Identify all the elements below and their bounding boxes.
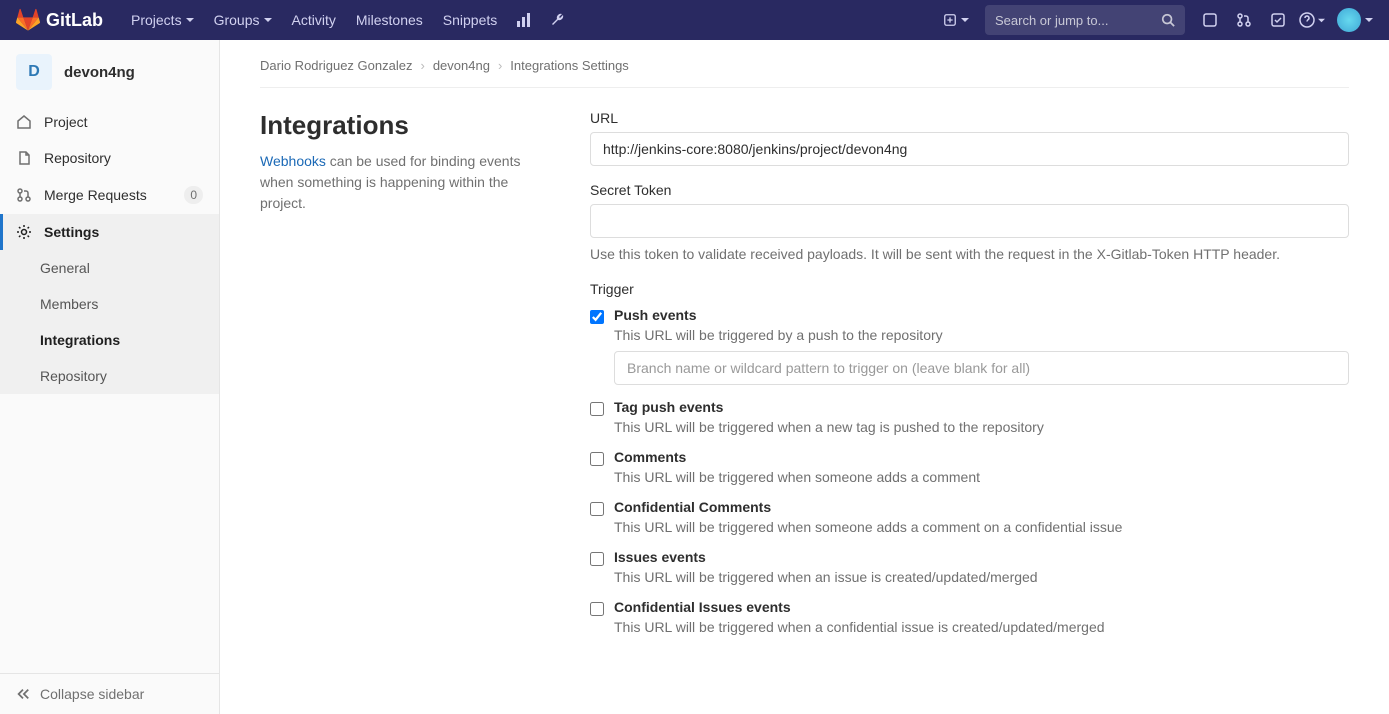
nav-merge-requests-icon[interactable] bbox=[1227, 0, 1261, 40]
chevron-down-icon bbox=[1365, 16, 1373, 24]
nav-new-dropdown[interactable] bbox=[935, 13, 977, 27]
trigger-push: Push events This URL will be triggered b… bbox=[590, 307, 1349, 385]
trigger-conf-comments-desc: This URL will be triggered when someone … bbox=[614, 519, 1349, 535]
trigger-conf-issues-checkbox[interactable] bbox=[590, 602, 604, 616]
brand-text: GitLab bbox=[46, 10, 103, 31]
trigger-conf-issues-label: Confidential Issues events bbox=[614, 599, 1349, 615]
sidebar-sub-integrations[interactable]: Integrations bbox=[0, 322, 219, 358]
sidebar-sub-members[interactable]: Members bbox=[0, 286, 219, 322]
trigger-issues-checkbox[interactable] bbox=[590, 552, 604, 566]
url-label: URL bbox=[590, 110, 1349, 126]
breadcrumb-owner[interactable]: Dario Rodriguez Gonzalez bbox=[260, 58, 412, 73]
secret-token-help: Use this token to validate received payl… bbox=[590, 244, 1349, 265]
collapse-sidebar[interactable]: Collapse sidebar bbox=[0, 673, 219, 714]
chevron-double-left-icon bbox=[16, 687, 30, 701]
trigger-tag-push: Tag push events This URL will be trigger… bbox=[590, 399, 1349, 435]
nav-help-dropdown[interactable] bbox=[1295, 0, 1329, 40]
breadcrumbs: Dario Rodriguez Gonzalez › devon4ng › In… bbox=[260, 40, 1349, 88]
trigger-comments-label: Comments bbox=[614, 449, 1349, 465]
top-navbar: GitLab Projects Groups Activity Mileston… bbox=[0, 0, 1389, 40]
user-menu[interactable] bbox=[1329, 8, 1373, 32]
trigger-comments: Comments This URL will be triggered when… bbox=[590, 449, 1349, 485]
sidebar-item-merge-requests[interactable]: Merge Requests 0 bbox=[0, 176, 219, 214]
nav-groups[interactable]: Groups bbox=[204, 0, 282, 40]
trigger-push-desc: This URL will be triggered by a push to … bbox=[614, 327, 1349, 343]
nav-chart-icon[interactable] bbox=[507, 0, 541, 40]
trigger-push-checkbox[interactable] bbox=[590, 310, 604, 324]
sidebar-item-project[interactable]: Project bbox=[0, 104, 219, 140]
project-sidebar: D devon4ng Project Repository Merge Requ… bbox=[0, 40, 220, 714]
trigger-tag-push-label: Tag push events bbox=[614, 399, 1349, 415]
trigger-push-label: Push events bbox=[614, 307, 1349, 323]
trigger-issues-desc: This URL will be triggered when an issue… bbox=[614, 569, 1349, 585]
project-name: devon4ng bbox=[64, 64, 135, 81]
breadcrumb-separator: › bbox=[498, 58, 502, 73]
plus-icon bbox=[943, 13, 957, 27]
trigger-issues: Issues events This URL will be triggered… bbox=[590, 549, 1349, 585]
nav-snippets[interactable]: Snippets bbox=[433, 0, 507, 40]
nav-issues-icon[interactable] bbox=[1193, 0, 1227, 40]
global-search[interactable]: Search or jump to... bbox=[985, 5, 1185, 35]
secret-token-label: Secret Token bbox=[590, 182, 1349, 198]
sidebar-item-settings[interactable]: Settings bbox=[0, 214, 219, 250]
chevron-down-icon bbox=[961, 16, 969, 24]
trigger-label: Trigger bbox=[590, 281, 1349, 297]
secret-token-input[interactable] bbox=[590, 204, 1349, 238]
trigger-comments-checkbox[interactable] bbox=[590, 452, 604, 466]
trigger-conf-comments: Confidential Comments This URL will be t… bbox=[590, 499, 1349, 535]
home-icon bbox=[16, 114, 32, 130]
search-icon bbox=[1161, 13, 1175, 27]
chevron-down-icon bbox=[186, 16, 194, 24]
webhooks-link[interactable]: Webhooks bbox=[260, 153, 326, 169]
url-input[interactable] bbox=[590, 132, 1349, 166]
trigger-tag-push-checkbox[interactable] bbox=[590, 402, 604, 416]
page-description: Webhooks can be used for binding events … bbox=[260, 151, 550, 214]
nav-activity[interactable]: Activity bbox=[282, 0, 346, 40]
breadcrumb-separator: › bbox=[420, 58, 424, 73]
merge-requests-count: 0 bbox=[184, 186, 203, 204]
breadcrumb-project[interactable]: devon4ng bbox=[433, 58, 490, 73]
tanuki-icon bbox=[16, 8, 40, 32]
user-avatar bbox=[1337, 8, 1361, 32]
page-title: Integrations bbox=[260, 110, 550, 141]
nav-wrench-icon[interactable] bbox=[541, 0, 575, 40]
file-icon bbox=[16, 150, 32, 166]
trigger-comments-desc: This URL will be triggered when someone … bbox=[614, 469, 1349, 485]
project-avatar: D bbox=[16, 54, 52, 90]
trigger-conf-comments-label: Confidential Comments bbox=[614, 499, 1349, 515]
search-placeholder: Search or jump to... bbox=[995, 13, 1161, 28]
sidebar-project-header[interactable]: D devon4ng bbox=[0, 40, 219, 104]
breadcrumb-page: Integrations Settings bbox=[510, 58, 629, 73]
nav-projects[interactable]: Projects bbox=[121, 0, 204, 40]
push-branch-filter-input[interactable] bbox=[614, 351, 1349, 385]
main-content: Dario Rodriguez Gonzalez › devon4ng › In… bbox=[220, 40, 1389, 714]
merge-icon bbox=[16, 187, 32, 203]
trigger-tag-push-desc: This URL will be triggered when a new ta… bbox=[614, 419, 1349, 435]
gear-icon bbox=[16, 224, 32, 240]
sidebar-item-repository[interactable]: Repository bbox=[0, 140, 219, 176]
trigger-conf-comments-checkbox[interactable] bbox=[590, 502, 604, 516]
nav-milestones[interactable]: Milestones bbox=[346, 0, 433, 40]
trigger-conf-issues: Confidential Issues events This URL will… bbox=[590, 599, 1349, 635]
sidebar-sub-repository[interactable]: Repository bbox=[0, 358, 219, 394]
chevron-down-icon bbox=[264, 16, 272, 24]
nav-todos-icon[interactable] bbox=[1261, 0, 1295, 40]
trigger-issues-label: Issues events bbox=[614, 549, 1349, 565]
sidebar-sub-general[interactable]: General bbox=[0, 250, 219, 286]
question-icon bbox=[1299, 12, 1315, 28]
gitlab-logo[interactable]: GitLab bbox=[16, 8, 103, 32]
trigger-conf-issues-desc: This URL will be triggered when a confid… bbox=[614, 619, 1349, 635]
chevron-down-icon bbox=[1318, 17, 1325, 24]
